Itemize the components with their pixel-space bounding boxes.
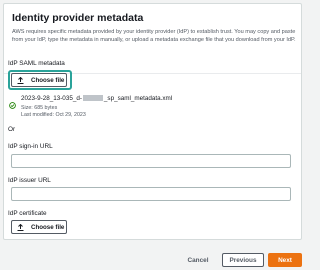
idp-issuer-url-input[interactable] [11,187,291,201]
certificate-choose-file-button[interactable]: Choose file [11,220,67,234]
idp-certificate-label: IdP certificate [8,210,47,217]
next-button[interactable]: Next [268,253,302,267]
file-last-modified: Last modified: Oct 29, 2023 [21,112,86,118]
or-text: Or [8,126,16,133]
identity-provider-metadata-panel: Identity provider metadata AWS requires … [3,3,302,240]
file-size: Size: 685 bytes [21,105,58,111]
previous-button[interactable]: Previous [222,253,264,267]
file-name-prefix: 2023-9-28_13-035_d- [21,95,82,102]
idp-saml-metadata-label: IdP SAML metadata [8,60,65,67]
uploaded-file-name: 2023-9-28_13-035_d- _sp_saml_metadata.xml [21,95,172,102]
cancel-button[interactable]: Cancel [180,253,216,267]
upload-icon [17,76,24,84]
section-title: Identity provider metadata [12,12,144,24]
idp-issuer-url-label: IdP issuer URL [8,177,51,184]
upload-icon [17,223,24,231]
idp-sign-in-url-label: IdP sign-in URL [8,143,53,150]
redacted-text [82,95,103,101]
file-name-suffix: _sp_saml_metadata.xml [103,95,173,102]
saml-choose-file-button[interactable]: Choose file [11,73,67,87]
check-circle-icon [9,96,16,109]
idp-sign-in-url-input[interactable] [11,154,291,168]
saml-choose-file-label: Choose file [31,76,65,84]
certificate-choose-file-label: Choose file [31,223,65,231]
section-description: AWS requires specific metadata provided … [12,29,296,43]
